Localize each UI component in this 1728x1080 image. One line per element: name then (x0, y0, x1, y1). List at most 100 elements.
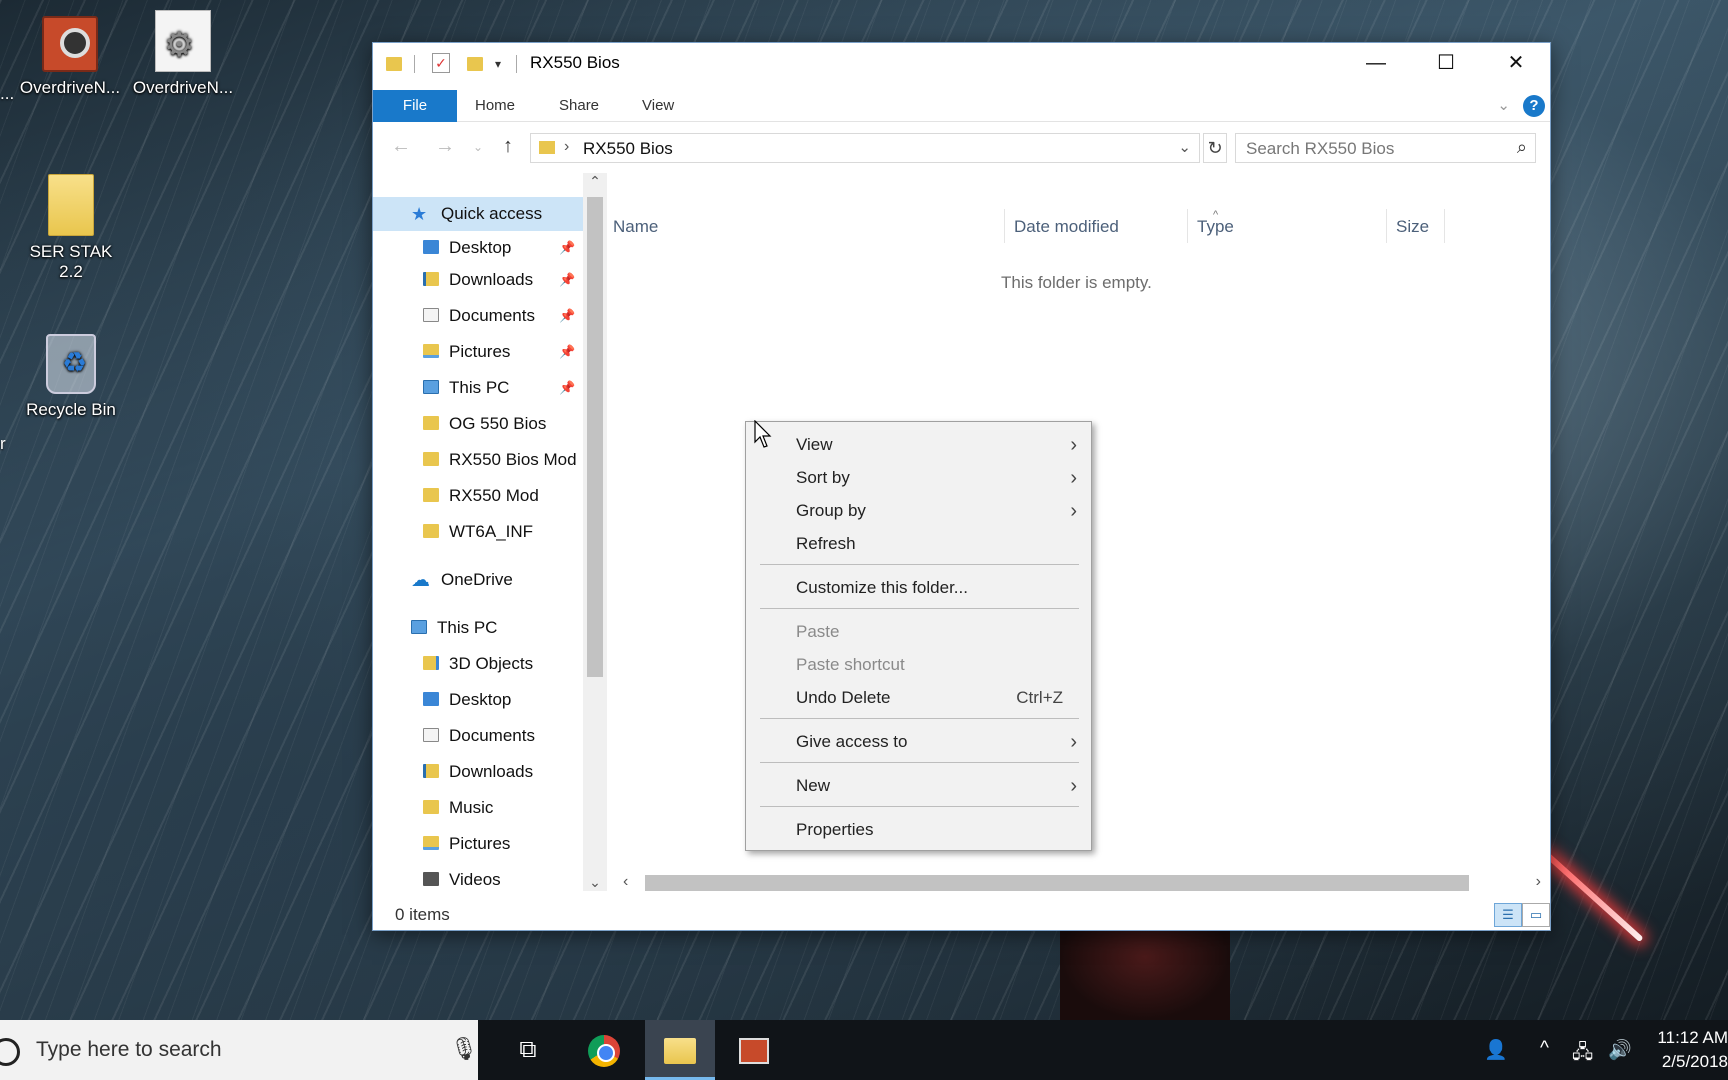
file-explorer-taskbar-button[interactable] (645, 1020, 715, 1080)
pin-icon[interactable]: 📌 (559, 371, 575, 405)
sidebar-item-documents-pc[interactable]: Documents (423, 719, 535, 753)
refresh-icon[interactable]: ↻ (1203, 133, 1227, 163)
column-header-date-modified[interactable]: Date modified (1014, 217, 1119, 237)
system-clock[interactable]: 11:12 AM 2/5/2018 (1648, 1026, 1728, 1074)
sidebar-item-videos[interactable]: Videos (423, 863, 501, 891)
tab-file[interactable]: File (373, 90, 457, 122)
chrome-taskbar-button[interactable] (569, 1020, 639, 1080)
menu-item-customize-folder[interactable]: Customize this folder... (746, 573, 1091, 603)
desktop-icon-overdrive-1[interactable]: OverdriveN... (15, 16, 125, 98)
column-divider[interactable] (1386, 209, 1387, 243)
sidebar-item-downloads-pc[interactable]: Downloads (423, 755, 533, 789)
search-icon[interactable]: ⌕ (1517, 137, 1527, 158)
sidebar-item-desktop[interactable]: Desktop 📌 (423, 231, 583, 265)
taskbar-search-box[interactable]: Type here to search 🎙 (0, 1020, 478, 1080)
menu-item-label: Group by (796, 501, 866, 520)
window-title: RX550 Bios (530, 53, 620, 72)
menu-item-sort-by[interactable]: Sort by › (746, 463, 1091, 493)
tab-home[interactable]: Home (457, 90, 533, 122)
menu-item-refresh[interactable]: Refresh (746, 529, 1091, 559)
desktop-icon (423, 240, 439, 254)
large-icons-view-icon[interactable]: ▭ (1522, 903, 1550, 927)
network-icon[interactable]: 🖧 (1572, 1038, 1593, 1070)
microphone-icon[interactable]: 🎙 (450, 1036, 478, 1062)
tab-share[interactable]: Share (541, 90, 617, 122)
menu-item-new[interactable]: New › (746, 771, 1091, 801)
video-card-icon (42, 16, 98, 72)
tab-view[interactable]: View (624, 90, 692, 122)
column-header-size[interactable]: Size (1396, 217, 1429, 237)
maximize-button[interactable]: ☐ (1411, 43, 1481, 83)
pin-icon[interactable]: 📌 (559, 299, 575, 333)
sidebar-item-label: This PC (437, 618, 498, 637)
sidebar-item-wt6a-inf[interactable]: WT6A_INF (423, 515, 583, 549)
people-icon[interactable]: 👤 (1484, 1038, 1508, 1062)
horizontal-scrollbar[interactable]: ‹ › (613, 871, 1551, 895)
forward-arrow-icon[interactable]: → (435, 135, 455, 158)
expand-ribbon-chevron-icon[interactable]: ⌄ (1497, 96, 1510, 114)
pin-icon[interactable]: 📌 (559, 335, 575, 369)
sidebar-item-quick-access[interactable]: Quick access (373, 197, 583, 231)
pin-icon[interactable]: 📌 (559, 231, 575, 265)
back-arrow-icon[interactable]: ← (391, 135, 411, 158)
recent-locations-chevron-icon[interactable]: ⌄ (473, 140, 483, 154)
column-divider[interactable] (1004, 209, 1005, 243)
sidebar-item-pictures[interactable]: Pictures 📌 (423, 335, 583, 369)
sidebar-item-music[interactable]: Music (423, 791, 493, 825)
menu-item-give-access[interactable]: Give access to › (746, 727, 1091, 757)
breadcrumb-chevron-icon[interactable]: › (564, 138, 569, 156)
sidebar-item-downloads[interactable]: Downloads 📌 (423, 263, 583, 297)
pin-icon[interactable]: 📌 (559, 263, 575, 297)
details-view-icon[interactable]: ☰ (1494, 903, 1522, 927)
overdrive-taskbar-button[interactable] (719, 1020, 789, 1080)
up-arrow-icon[interactable]: ↑ (503, 135, 513, 158)
taskbar-search-input[interactable]: Type here to search (36, 1038, 222, 1062)
sidebar-item-onedrive[interactable]: OneDrive (411, 563, 513, 597)
sidebar-item-pictures-pc[interactable]: Pictures (423, 827, 510, 861)
sidebar-item-3d-objects[interactable]: 3D Objects (423, 647, 533, 681)
column-header-name[interactable]: Name (613, 217, 658, 237)
breadcrumb[interactable]: RX550 Bios (583, 139, 673, 159)
sidebar-item-this-pc-pinned[interactable]: This PC 📌 (423, 371, 583, 405)
customize-quick-access-dropdown[interactable]: ▾ (495, 57, 501, 79)
menu-item-label: Customize this folder... (796, 578, 968, 597)
menu-item-properties[interactable]: Properties (746, 815, 1091, 845)
sidebar-item-rx550-bios-mod[interactable]: RX550 Bios Mod (423, 443, 583, 477)
task-view-icon[interactable]: ⧉ (493, 1020, 563, 1080)
menu-item-group-by[interactable]: Group by › (746, 496, 1091, 526)
search-input[interactable]: Search RX550 Bios (1246, 139, 1394, 159)
volume-icon[interactable]: 🔊 (1608, 1038, 1632, 1062)
sidebar-item-rx550-mod[interactable]: RX550 Mod (423, 479, 583, 513)
address-bar[interactable]: › RX550 Bios ⌄ (530, 133, 1200, 163)
sidebar-item-og-550-bios[interactable]: OG 550 Bios (423, 407, 583, 441)
new-folder-icon[interactable] (467, 57, 483, 71)
desktop-icon-ser-stak[interactable]: SER STAK 2.2 (16, 174, 126, 282)
sidebar-item-this-pc[interactable]: This PC (411, 611, 497, 645)
column-header-type[interactable]: Type (1197, 217, 1234, 237)
sidebar-item-desktop-pc[interactable]: Desktop (423, 683, 511, 717)
scrollbar-thumb[interactable] (645, 875, 1469, 891)
context-menu: View › Sort by › Group by › Refresh Customi… (745, 421, 1092, 851)
search-box[interactable]: Search RX550 Bios ⌕ (1235, 133, 1536, 163)
scroll-up-arrow-icon[interactable]: ⌃ (583, 173, 607, 190)
cortana-icon[interactable] (0, 1038, 20, 1066)
scroll-left-arrow-icon[interactable]: ‹ (623, 873, 628, 891)
address-dropdown-chevron-icon[interactable]: ⌄ (1178, 138, 1191, 156)
title-bar[interactable]: ✓ ▾ RX550 Bios — ☐ ✕ (373, 43, 1550, 83)
properties-icon[interactable]: ✓ (432, 53, 450, 73)
scrollbar-thumb[interactable] (587, 197, 603, 677)
scroll-right-arrow-icon[interactable]: › (1536, 873, 1541, 891)
menu-item-view[interactable]: View › (746, 430, 1091, 460)
menu-item-undo-delete[interactable]: Undo Delete Ctrl+Z (746, 683, 1091, 713)
desktop-icon-recycle-bin[interactable]: Recycle Bin (16, 334, 126, 420)
nav-pane-scrollbar[interactable]: ⌃ ⌄ (583, 173, 607, 891)
menu-item-paste-shortcut: Paste shortcut (746, 650, 1091, 680)
desktop-icon-overdrive-2[interactable]: OverdriveN... (128, 10, 238, 98)
column-divider[interactable] (1187, 209, 1188, 243)
scroll-down-arrow-icon[interactable]: ⌄ (583, 874, 607, 891)
help-icon[interactable]: ? (1523, 95, 1545, 117)
sidebar-item-documents[interactable]: Documents 📌 (423, 299, 583, 333)
show-hidden-icons-chevron-icon[interactable]: ^ (1540, 1038, 1549, 1060)
minimize-button[interactable]: — (1341, 43, 1411, 83)
close-button[interactable]: ✕ (1481, 43, 1551, 83)
